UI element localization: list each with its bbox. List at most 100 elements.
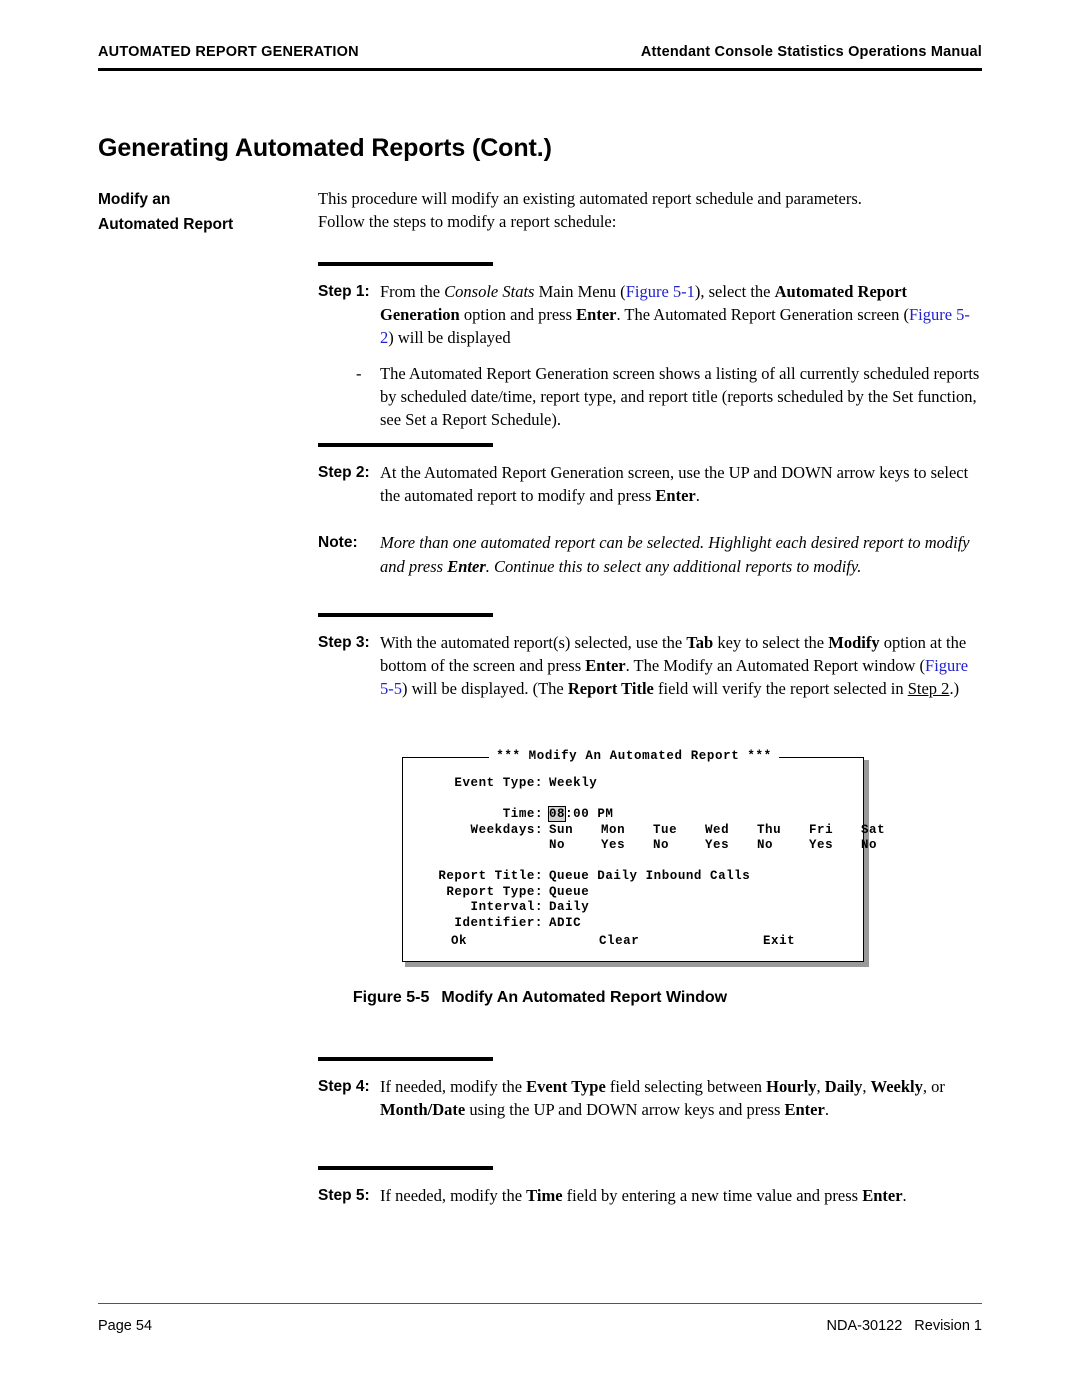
s4-b-c: Daily <box>824 1077 863 1096</box>
field-weekdays-values[interactable]: No Yes No Yes No Yes No <box>403 838 877 854</box>
s1-t-e: . The Automated Report Generation screen… <box>616 305 909 325</box>
page-footer: Page 54 NDA-30122 Revision 1 <box>98 1318 982 1334</box>
page-title: Generating Automated Reports (Cont.) <box>98 133 552 162</box>
exit-button[interactable]: Exit <box>763 934 795 948</box>
step-5-label: Step 5: <box>318 1187 370 1204</box>
interval-label: Interval: <box>470 900 543 914</box>
s5-t-a: If needed, modify the <box>380 1186 527 1205</box>
footer-divider-rule <box>98 1303 982 1304</box>
step-1-sub-bullet: - The Automated Report Generation screen… <box>356 362 982 432</box>
field-weekdays-names: Weekdays: Sun Mon Tue Wed Thu Fri Sat <box>403 822 885 839</box>
s4-t-e: , or <box>922 1077 945 1096</box>
s4-t-g: . <box>824 1100 829 1120</box>
ok-button[interactable]: Ok <box>451 934 467 948</box>
time-hour-highlight[interactable]: 08 <box>547 806 567 822</box>
step-5-block: Step 5: If needed, modify the Time field… <box>318 1166 982 1207</box>
s3-b-b: Modify <box>828 633 880 652</box>
s4-b-a: Event Type <box>526 1077 606 1096</box>
s3-t-b: key to select the <box>713 633 829 652</box>
weekday-name-tue: Tue <box>653 822 678 837</box>
s3-xref-step-2[interactable]: Step 2 <box>908 679 950 698</box>
field-identifier[interactable]: Identifier: ADIC <box>403 916 865 932</box>
step-3-label: Step 3: <box>318 634 370 651</box>
step-4-rule <box>318 1057 493 1061</box>
figure-caption: Figure 5-5 Modify An Automated Report Win… <box>98 989 982 1007</box>
s2-t-b: . <box>695 486 700 506</box>
s4-t-c: , <box>816 1077 825 1096</box>
event-type-value[interactable]: Weekly <box>543 776 865 792</box>
note-b-a: Enter <box>447 556 486 576</box>
weekday-value-fri[interactable]: Yes <box>809 838 861 854</box>
weekday-value-thu[interactable]: No <box>757 838 809 854</box>
header-divider-rule <box>98 68 982 71</box>
weekday-name-sun: Sun <box>549 822 574 837</box>
note-t-b: . Continue this to select any additional… <box>485 556 862 576</box>
interval-value[interactable]: Daily <box>543 900 865 916</box>
field-report-type[interactable]: Report Type: Queue <box>403 885 865 901</box>
footer-doc-info: NDA-30122 Revision 1 <box>815 1318 982 1334</box>
s1-t-f: ) will be displayed <box>388 328 511 348</box>
field-interval[interactable]: Interval: Daily <box>403 900 865 916</box>
time-value[interactable]: 08:00 PM <box>543 806 865 823</box>
step-5-text: If needed, modify the Time field by ente… <box>380 1184 982 1207</box>
s1-xref-figure-5-1[interactable]: Figure 5-1 <box>626 282 695 301</box>
note-label: Note: <box>318 534 358 552</box>
header-manual-title: Attendant Console Statistics Operations … <box>640 44 982 60</box>
weekdays-label: Weekdays: <box>470 822 543 837</box>
step-4-text: If needed, modify the Event Type field s… <box>380 1075 982 1121</box>
step-3-block: Step 3: With the automated report(s) sel… <box>318 613 982 701</box>
step-1-rule <box>318 262 493 266</box>
report-type-value[interactable]: Queue <box>543 885 865 901</box>
intro-line-1: This procedure will modify an existing a… <box>318 189 862 208</box>
intro-line-2: Follow the steps to modify a report sche… <box>318 212 617 231</box>
sub-bullet-text: The Automated Report Generation screen s… <box>380 363 980 430</box>
terminal-window-title: *** Modify An Automated Report *** <box>403 749 865 763</box>
weekday-value-wed[interactable]: Yes <box>705 838 757 854</box>
s3-b-c: Enter <box>585 656 626 676</box>
weekday-value-sun[interactable]: No <box>549 838 601 854</box>
report-type-label: Report Type: <box>446 884 543 899</box>
modify-automated-report-window: *** Modify An Automated Report *** Event… <box>402 749 885 967</box>
step-1-block: Step 1: From the Console Stats Main Menu… <box>318 262 982 431</box>
step-5-row: Step 5: If needed, modify the Time field… <box>318 1184 982 1207</box>
step-4-row: Step 4: If needed, modify the Event Type… <box>318 1075 982 1121</box>
field-report-title[interactable]: Report Title: Queue Daily Inbound Calls <box>403 869 865 885</box>
weekday-value-sat[interactable]: No <box>861 838 913 854</box>
step-2-rule <box>318 443 493 447</box>
field-spacer-2 <box>403 854 865 870</box>
identifier-value[interactable]: ADIC <box>543 916 865 932</box>
weekday-value-tue[interactable]: No <box>653 838 705 854</box>
s3-t-e: ) will be displayed. (The <box>402 679 568 699</box>
sub-bullet-dash: - <box>356 363 362 383</box>
step-3-rule <box>318 613 493 617</box>
figure-caption-number: Figure 5-5 <box>352 989 430 1006</box>
s4-t-b: field selecting between <box>605 1077 767 1096</box>
s5-t-c: . <box>902 1186 907 1205</box>
terminal-fields: Event Type: Weekly Time: 08:00 PM Weekda… <box>403 776 885 932</box>
step-2-row: Step 2: At the Automated Report Generati… <box>318 461 982 507</box>
weekday-name-thu: Thu <box>757 822 782 837</box>
field-event-type[interactable]: Event Type: Weekly <box>403 776 865 792</box>
terminal-title-text: *** Modify An Automated Report *** <box>489 749 779 763</box>
footer-revision: Revision 1 <box>914 1318 982 1334</box>
identifier-label: Identifier: <box>454 915 543 930</box>
step-3-row: Step 3: With the automated report(s) sel… <box>318 631 982 701</box>
s1-i-a: Console Stats <box>444 282 535 301</box>
s4-b-d: Weekly <box>870 1077 923 1096</box>
note-row: Note: More than one automated report can… <box>318 531 982 577</box>
s4-t-d: , <box>862 1077 871 1096</box>
s1-t-c: ), select the <box>694 282 775 301</box>
field-time[interactable]: Time: 08:00 PM <box>403 806 865 823</box>
step-2-text: At the Automated Report Generation scree… <box>380 461 982 507</box>
step-2-block: Step 2: At the Automated Report Generati… <box>318 443 982 578</box>
step-4-label: Step 4: <box>318 1078 370 1095</box>
clear-button[interactable]: Clear <box>599 934 639 948</box>
time-rest: :00 PM <box>565 807 614 821</box>
side-heading-line-2: Automated Report <box>98 216 234 233</box>
weekday-name-mon: Mon <box>601 822 626 837</box>
footer-doc-number: NDA-30122 <box>826 1318 903 1334</box>
weekday-value-mon[interactable]: Yes <box>601 838 653 854</box>
weekdays-values-spacer <box>403 838 543 854</box>
report-title-value[interactable]: Queue Daily Inbound Calls <box>543 869 865 885</box>
weekday-values-row[interactable]: No Yes No Yes No Yes No <box>543 838 913 854</box>
